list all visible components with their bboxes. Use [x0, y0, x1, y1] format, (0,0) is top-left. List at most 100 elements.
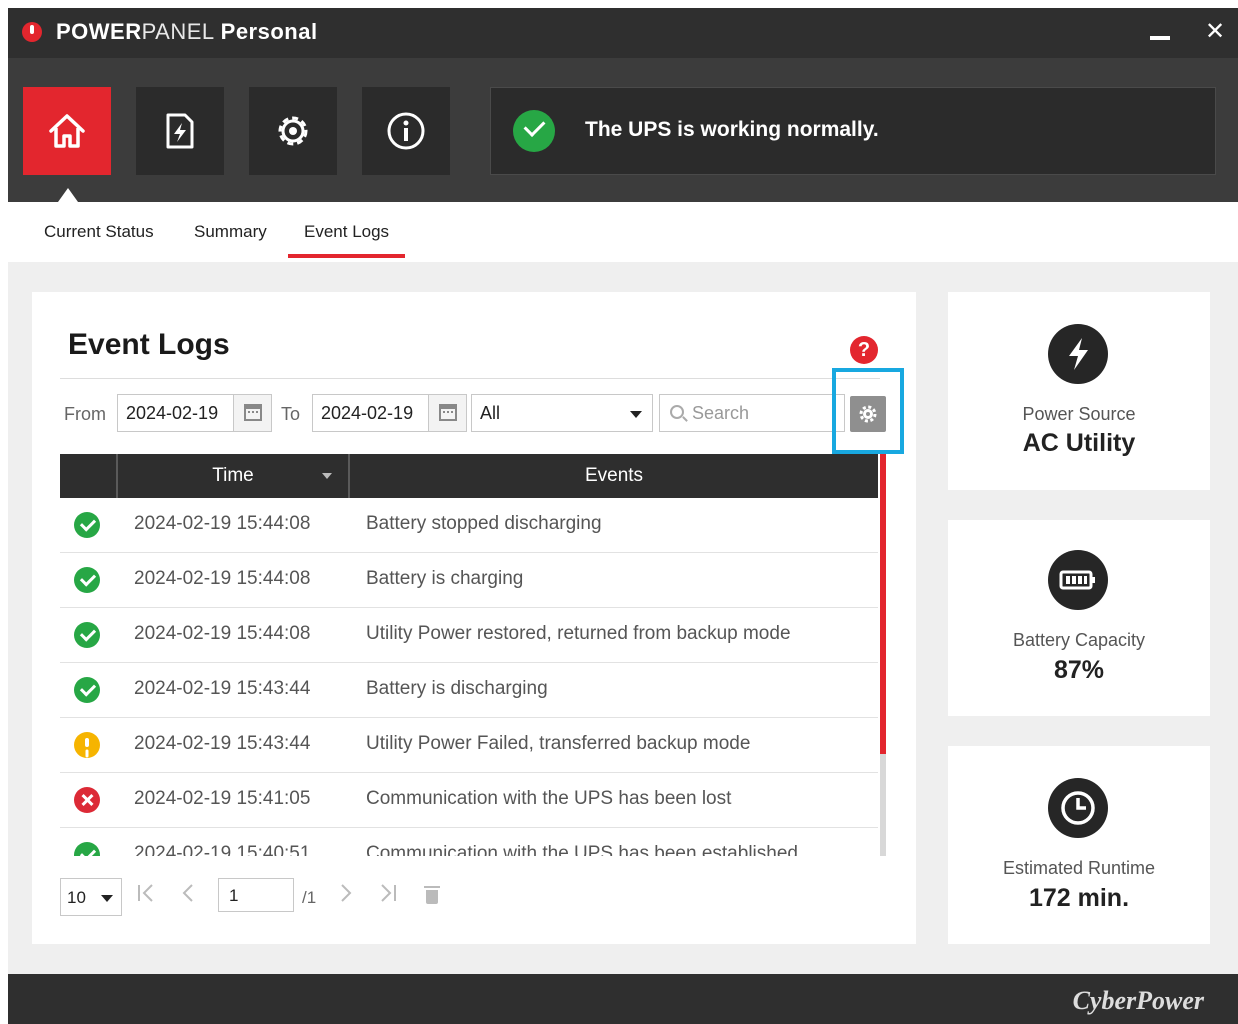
table-row[interactable]: 2024-02-19 15:40:51 Communication with t…	[60, 828, 878, 856]
from-label: From	[64, 404, 106, 424]
clock-icon	[1048, 778, 1108, 838]
event-type-select[interactable]: All	[471, 394, 653, 432]
check-circle-icon	[74, 512, 100, 538]
battery-capacity-value: 87%	[1053, 656, 1105, 684]
sort-down-icon	[322, 473, 332, 479]
brand-logo: CyberPower	[1072, 986, 1204, 1015]
page-size-select[interactable]: 10	[60, 878, 122, 916]
close-button[interactable]: ✕	[1200, 18, 1230, 46]
row-event: Battery is discharging	[366, 678, 548, 699]
row-time: 2024-02-19 15:40:51	[134, 843, 311, 856]
help-icon[interactable]: ?	[850, 336, 878, 364]
row-time: 2024-02-19 15:44:08	[134, 513, 311, 534]
info-icon	[387, 112, 425, 150]
table-row[interactable]: 2024-02-19 15:44:08 Utility Power restor…	[60, 608, 878, 663]
page-title: Event Logs	[68, 328, 230, 361]
page-size-value: 10	[67, 888, 86, 907]
calendar-icon	[244, 404, 262, 421]
search-box[interactable]	[659, 394, 845, 432]
to-calendar-button[interactable]	[428, 395, 466, 431]
check-circle-icon	[74, 567, 100, 593]
log-settings-button[interactable]	[850, 396, 886, 432]
next-page-button[interactable]	[338, 882, 354, 910]
tab-event-logs[interactable]: Event Logs	[287, 222, 406, 258]
app-title-suffix: Personal	[220, 19, 318, 44]
table-row[interactable]: 2024-02-19 15:44:08 Battery is charging	[60, 553, 878, 608]
nav-info-button[interactable]	[362, 87, 450, 175]
page-number-input[interactable]: 1	[218, 878, 294, 912]
row-event: Utility Power restored, returned from ba…	[366, 623, 791, 644]
estimated-runtime-value: 172 min.	[1028, 884, 1130, 912]
row-event: Battery stopped discharging	[366, 513, 602, 534]
calendar-icon	[439, 404, 457, 421]
battery-capacity-label: Battery Capacity	[1012, 630, 1146, 650]
power-source-value: AC Utility	[1022, 429, 1136, 457]
row-event: Utility Power Failed, transferred backup…	[366, 733, 751, 754]
estimated-runtime-card: Estimated Runtime 172 min.	[948, 746, 1210, 944]
tab-current-status[interactable]: Current Status	[44, 222, 154, 242]
app-title: POWERPANEL Personal	[56, 19, 318, 45]
row-event: Communication with the UPS has been esta…	[366, 843, 798, 856]
table-row[interactable]: 2024-02-19 15:43:44 Utility Power Failed…	[60, 718, 878, 773]
row-time: 2024-02-19 15:43:44	[134, 678, 311, 699]
error-icon	[74, 787, 100, 813]
trash-icon[interactable]	[424, 886, 440, 904]
check-circle-icon	[513, 110, 555, 152]
time-column-header[interactable]: Time	[118, 454, 350, 498]
chevron-left-icon	[182, 884, 193, 902]
table-scrollbar[interactable]	[880, 454, 886, 856]
gear-icon	[859, 405, 877, 423]
nav-settings-button[interactable]	[249, 87, 337, 175]
title-divider	[60, 378, 880, 379]
battery-capacity-card: Battery Capacity 87%	[948, 520, 1210, 716]
page-total: /1	[302, 888, 317, 907]
from-date-value: 2024-02-19	[126, 403, 219, 423]
chevron-right-icon	[341, 884, 352, 902]
table-row[interactable]: 2024-02-19 15:44:08 Battery stopped disc…	[60, 498, 878, 553]
minimize-button[interactable]	[1144, 18, 1174, 46]
gear-icon	[278, 116, 308, 146]
first-page-icon	[138, 884, 153, 902]
app-window: POWERPANEL Personal ✕ The UPS is working…	[8, 8, 1238, 1024]
power-source-card: Power Source AC Utility	[948, 292, 1210, 490]
app-title-bold: POWER	[56, 19, 142, 44]
footer-bar: CyberPower	[8, 974, 1238, 1024]
warning-icon	[74, 732, 100, 758]
check-circle-icon	[74, 842, 100, 856]
from-date-field[interactable]: 2024-02-19	[117, 394, 272, 432]
chevron-down-icon	[101, 895, 113, 902]
power-logo-icon	[22, 22, 42, 42]
time-column-label: Time	[212, 465, 254, 486]
to-label: To	[281, 404, 301, 424]
app-title-thin: PANEL	[141, 19, 215, 44]
table-row[interactable]: 2024-02-19 15:43:44 Battery is dischargi…	[60, 663, 878, 718]
table-row[interactable]: 2024-02-19 15:41:05 Communication with t…	[60, 773, 878, 828]
status-column-header	[60, 454, 118, 498]
event-type-value: All	[480, 403, 501, 423]
main-toolbar: The UPS is working normally.	[8, 58, 1238, 202]
power-file-icon	[166, 113, 194, 149]
to-date-value: 2024-02-19	[321, 403, 414, 423]
estimated-runtime-label: Estimated Runtime	[1002, 858, 1156, 878]
page-number-value: 1	[229, 886, 239, 905]
row-time: 2024-02-19 15:44:08	[134, 568, 311, 589]
nav-home-button[interactable]	[23, 87, 111, 175]
row-time: 2024-02-19 15:43:44	[134, 733, 311, 754]
prev-page-button[interactable]	[180, 882, 196, 910]
first-page-button[interactable]	[136, 882, 158, 910]
row-event: Battery is charging	[366, 568, 524, 589]
power-source-label: Power Source	[1022, 404, 1136, 424]
search-input[interactable]	[692, 401, 837, 425]
scrollbar-thumb[interactable]	[880, 454, 886, 754]
title-bar: POWERPANEL Personal ✕	[8, 8, 1238, 58]
home-icon	[49, 114, 85, 148]
check-circle-icon	[74, 677, 100, 703]
nav-power-button[interactable]	[136, 87, 224, 175]
tab-summary[interactable]: Summary	[194, 222, 267, 242]
to-date-field[interactable]: 2024-02-19	[312, 394, 467, 432]
last-page-button[interactable]	[376, 882, 398, 910]
ups-status-banner: The UPS is working normally.	[490, 87, 1216, 175]
events-column-header: Events	[584, 465, 644, 486]
chevron-down-icon	[630, 411, 642, 418]
from-calendar-button[interactable]	[233, 395, 271, 431]
